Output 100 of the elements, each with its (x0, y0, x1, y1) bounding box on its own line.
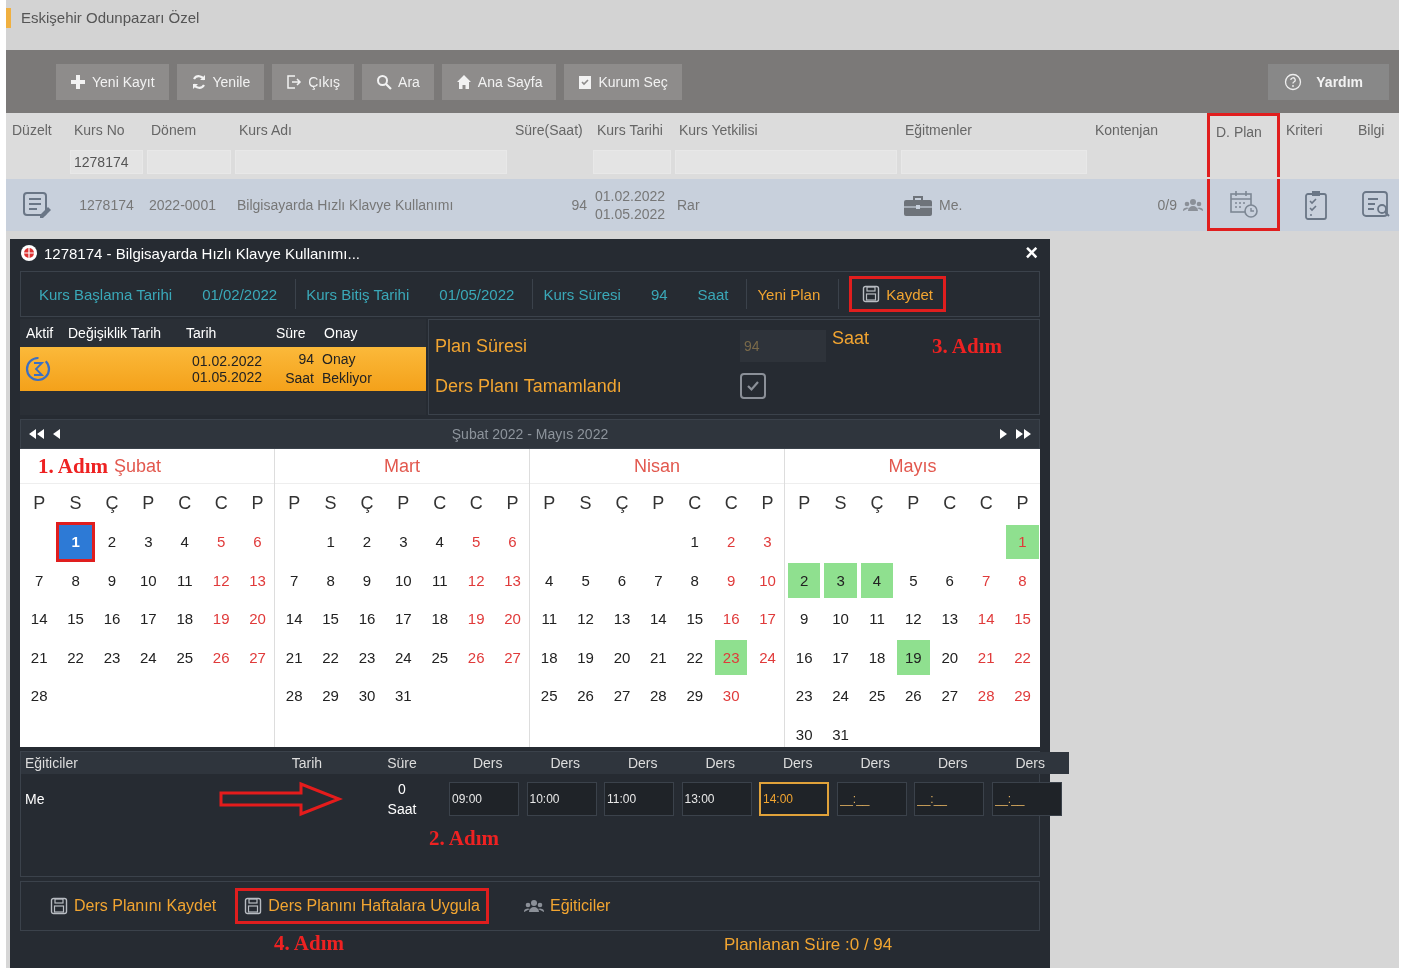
calendar-day[interactable]: 4 (533, 563, 566, 598)
calendar-day[interactable]: 9 (788, 601, 821, 636)
calendar-day[interactable]: 9 (350, 563, 384, 598)
calendar-day[interactable]: 29 (678, 678, 711, 713)
column-header[interactable]: Kurs Tarihi (591, 113, 673, 147)
column-header[interactable]: Bilgi (1352, 113, 1399, 147)
calendar-day[interactable]: 2 (95, 524, 129, 559)
calendar-day[interactable]: 11 (423, 563, 456, 598)
calendar-day[interactable]: 8 (678, 563, 711, 598)
calendar-day[interactable]: 3 (824, 563, 857, 598)
column-header[interactable]: D. Plan (1207, 113, 1280, 147)
calendar-day[interactable]: 10 (387, 563, 420, 598)
calendar-day[interactable]: 27 (241, 640, 274, 675)
calendar-day[interactable]: 14 (23, 601, 56, 636)
calendar-day[interactable]: 12 (459, 563, 493, 598)
calendar-day[interactable]: 29 (1006, 678, 1039, 713)
calendar-day[interactable]: 6 (241, 524, 274, 559)
action-button[interactable]: Ders Planını Kaydet (41, 888, 226, 924)
calendar-day[interactable]: 13 (241, 563, 274, 598)
calendar-day[interactable]: 9 (714, 563, 748, 598)
calendar-day[interactable]: 8 (1006, 563, 1039, 598)
calendar-day[interactable]: 25 (168, 640, 201, 675)
calendar-day[interactable]: 21 (278, 640, 311, 675)
calendar-day[interactable]: 7 (23, 563, 56, 598)
new-plan-link[interactable]: Yeni Plan (757, 285, 821, 303)
calendar-day[interactable]: 14 (278, 601, 311, 636)
calendar-day[interactable]: 26 (204, 640, 238, 675)
column-header[interactable]: Kriteri (1280, 113, 1352, 147)
close-button[interactable]: × (1023, 242, 1040, 264)
calendar-day[interactable]: 5 (897, 563, 930, 598)
calendar-day[interactable]: 31 (824, 717, 857, 752)
calendar-day[interactable]: 3 (751, 524, 784, 559)
calendar-day[interactable]: 10 (824, 601, 857, 636)
calendar-day[interactable]: 17 (824, 640, 857, 675)
calendar-day[interactable]: 11 (860, 601, 894, 636)
time-field[interactable]: __:__ (991, 782, 1062, 816)
calendar-day[interactable]: 27 (933, 678, 966, 713)
calendar-day[interactable]: 5 (569, 563, 602, 598)
calendar-day[interactable]: 23 (350, 640, 384, 675)
column-header[interactable]: Kurs No (68, 113, 145, 147)
column-header[interactable]: Eğitmenler (899, 113, 1089, 147)
calendar-day[interactable]: 25 (533, 678, 566, 713)
calendar-day[interactable]: 24 (824, 678, 857, 713)
calendar-day[interactable]: 2 (788, 563, 821, 598)
calendar-day[interactable]: 23 (95, 640, 129, 675)
calendar-day[interactable]: 2 (350, 524, 384, 559)
action-button[interactable]: Ders Planını Haftalara Uygula (235, 888, 489, 924)
calendar-day[interactable]: 15 (1006, 601, 1039, 636)
calendar-day[interactable]: 14 (642, 601, 675, 636)
calendar-day[interactable]: 5 (204, 524, 238, 559)
calendar-day[interactable]: 26 (897, 678, 930, 713)
calendar-day[interactable]: 12 (569, 601, 602, 636)
column-header[interactable]: Kurs Yetkilisi (673, 113, 899, 147)
calendar-day[interactable]: 2 (714, 524, 748, 559)
calendar-day[interactable]: 18 (423, 601, 456, 636)
calendar-day[interactable]: 27 (605, 678, 639, 713)
calendar-day[interactable]: 24 (132, 640, 165, 675)
column-header[interactable]: Düzelt (6, 113, 68, 147)
time-field[interactable]: 11:00 (604, 782, 674, 816)
calendar-day[interactable]: 20 (933, 640, 966, 675)
calendar-day[interactable]: 12 (204, 563, 238, 598)
calendar-day[interactable]: 24 (751, 640, 784, 675)
action-button[interactable]: Eğiticiler (514, 888, 620, 924)
calendar-day[interactable]: 19 (459, 601, 493, 636)
calendar-day[interactable]: 17 (132, 601, 165, 636)
calendar-day[interactable]: 12 (897, 601, 930, 636)
time-field[interactable]: 13:00 (681, 782, 752, 816)
calendar-day[interactable]: 15 (314, 601, 347, 636)
calendar-day[interactable]: 16 (95, 601, 129, 636)
calendar-day[interactable]: 6 (605, 563, 639, 598)
calendar-day[interactable]: 25 (860, 678, 894, 713)
calendar-day[interactable]: 14 (969, 601, 1003, 636)
calendar-day[interactable]: 19 (897, 640, 930, 675)
calendar-day[interactable]: 10 (132, 563, 165, 598)
calendar-day[interactable]: 21 (969, 640, 1003, 675)
calendar-day[interactable]: 17 (387, 601, 420, 636)
calendar-day[interactable]: 15 (678, 601, 711, 636)
calendar-day[interactable]: 16 (788, 640, 821, 675)
calendar-day[interactable]: 7 (969, 563, 1003, 598)
calendar-day[interactable]: 4 (860, 563, 894, 598)
calendar-day[interactable]: 23 (788, 678, 821, 713)
calendar-day[interactable]: 18 (533, 640, 566, 675)
calendar-day[interactable]: 21 (642, 640, 675, 675)
calendar-day[interactable]: 13 (933, 601, 966, 636)
calendar-day[interactable]: 9 (95, 563, 129, 598)
calendar-day[interactable]: 8 (314, 563, 347, 598)
calendar-day[interactable]: 8 (59, 563, 92, 598)
calendar-day[interactable]: 4 (168, 524, 201, 559)
calendar-day[interactable]: 21 (23, 640, 56, 675)
calendar-day[interactable]: 19 (569, 640, 602, 675)
calendar-day[interactable]: 16 (350, 601, 384, 636)
calendar-day[interactable]: 13 (496, 563, 529, 598)
calendar-day[interactable]: 28 (23, 678, 56, 713)
calendar-day[interactable]: 19 (204, 601, 238, 636)
calendar-day[interactable]: 26 (459, 640, 493, 675)
calendar-day[interactable]: 3 (387, 524, 420, 559)
calendar-day[interactable]: 17 (751, 601, 784, 636)
plan-row[interactable]: 01.02.2022 01.05.2022 94 Saat Onay Bekliyor (20, 347, 426, 391)
calendar-day[interactable]: 7 (278, 563, 311, 598)
calendar-day[interactable]: 20 (241, 601, 274, 636)
